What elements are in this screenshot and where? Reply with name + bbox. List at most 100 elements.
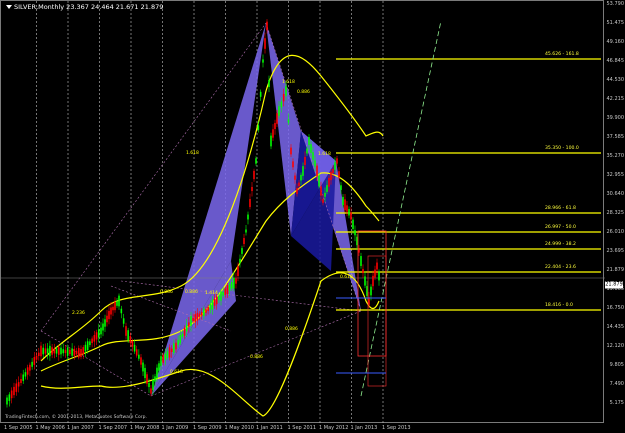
price-tick-label: 12.120	[606, 343, 625, 349]
date-tick-label: 1 Sep 2013	[382, 425, 411, 431]
candle-body	[213, 299, 216, 306]
candle-body	[259, 91, 262, 97]
candle-body	[218, 296, 220, 301]
candle-body	[222, 291, 224, 296]
candle-body	[224, 288, 227, 295]
candle-body	[198, 313, 201, 317]
candle-body	[338, 171, 340, 178]
candle-body	[133, 344, 136, 352]
date-tick-label: 1 May 2006	[35, 425, 65, 431]
candle-body	[158, 363, 160, 371]
price-tick-label: 46.845	[606, 58, 625, 64]
chart-window[interactable]: SILVER,Monthly 23.367 24.464 21.671 21.8…	[0, 0, 625, 433]
candle-body	[35, 355, 38, 360]
candle-body	[93, 335, 96, 342]
candle-body	[266, 21, 268, 31]
candle-body	[360, 256, 362, 266]
candle-body	[332, 169, 334, 173]
date-tick-label: 1 May 2012	[319, 425, 349, 431]
date-tick-label: 1 Jan 2013	[350, 425, 378, 431]
price-tick-label: 26.010	[606, 229, 625, 235]
candle-body	[241, 248, 243, 254]
date-tick-label: 1 Sep 2011	[287, 425, 317, 431]
candle-body	[264, 38, 266, 49]
candle-body	[13, 386, 15, 396]
candle-body	[118, 295, 120, 307]
fib-level-label: 22.404 - 23.6	[545, 265, 576, 270]
candle-body	[114, 301, 116, 311]
ratio-label: 0.886	[250, 355, 263, 360]
candle-body	[312, 152, 314, 160]
date-tick-label: 1 Sep 2005	[4, 425, 33, 431]
candle-body	[40, 345, 42, 357]
date-tick-label: 1 Sep 2007	[98, 425, 128, 431]
candle-body	[318, 175, 320, 187]
fib-level-label: 24.999 - 38.2	[545, 242, 576, 247]
candle-body	[314, 160, 316, 167]
price-tick-label: 49.160	[606, 39, 625, 45]
chart-plot-area[interactable]: SILVER,Monthly 23.367 24.464 21.671 21.8…	[0, 0, 605, 424]
candle-body	[66, 347, 69, 356]
candle-body	[82, 347, 85, 354]
candle-body	[110, 307, 112, 315]
candle-body	[91, 338, 93, 344]
candle-body	[150, 388, 152, 394]
candle-body	[62, 349, 65, 354]
candle-body	[366, 286, 368, 296]
candle-body	[287, 119, 290, 123]
candle-body	[42, 347, 45, 355]
candle-body	[131, 341, 134, 347]
price-chart[interactable]	[1, 1, 605, 424]
candle-body	[247, 214, 249, 220]
candle-body	[348, 209, 350, 216]
candle-body	[146, 374, 148, 384]
candle-body	[215, 296, 218, 305]
collapse-arrow-icon[interactable]	[6, 5, 12, 9]
ratio-label: 0.886	[297, 90, 310, 95]
candle-body	[340, 185, 342, 191]
candle-body	[17, 382, 20, 387]
candle-body	[33, 357, 36, 365]
candle-body	[207, 306, 209, 311]
candle-body	[177, 339, 179, 345]
candle-body	[179, 335, 182, 343]
candle-body	[245, 229, 247, 233]
candle-body	[144, 367, 146, 379]
candle-body	[64, 349, 67, 354]
ratio-label: 1.414	[205, 291, 218, 296]
candle-body	[77, 348, 80, 358]
candle-body	[356, 236, 358, 246]
candle-body	[274, 122, 276, 130]
candle-body	[57, 347, 60, 355]
candle-body	[320, 186, 322, 196]
harmonic-patterns	[40, 22, 362, 397]
candle-body	[203, 308, 205, 317]
ratio-label: 0.618	[340, 275, 353, 280]
candle-body	[152, 379, 154, 391]
candle-body	[233, 277, 235, 289]
candle-body	[328, 177, 330, 187]
candle-body	[270, 135, 272, 147]
candle-body	[230, 282, 233, 289]
candle-body	[326, 185, 328, 192]
candle-body	[272, 129, 274, 138]
candle-body	[185, 324, 188, 332]
candle-body	[308, 136, 310, 146]
candle-body	[352, 219, 354, 230]
candle-body	[194, 314, 197, 323]
ratio-label: 0.886	[185, 290, 198, 295]
price-tick-label: 5.175	[609, 400, 624, 406]
candle-body	[378, 271, 380, 281]
ratio-label: 0.886	[285, 327, 298, 332]
date-tick-label: 1 Jan 2007	[67, 425, 94, 431]
candle-body	[285, 86, 287, 96]
candle-body	[135, 349, 138, 356]
candle-body	[106, 315, 108, 323]
candle-body	[364, 276, 366, 286]
candle-body	[108, 310, 110, 320]
candle-body	[306, 148, 308, 154]
candle-body	[15, 383, 18, 392]
candle-body	[211, 299, 214, 310]
candle-body	[122, 318, 125, 324]
price-tick-label: 14.435	[606, 324, 625, 330]
